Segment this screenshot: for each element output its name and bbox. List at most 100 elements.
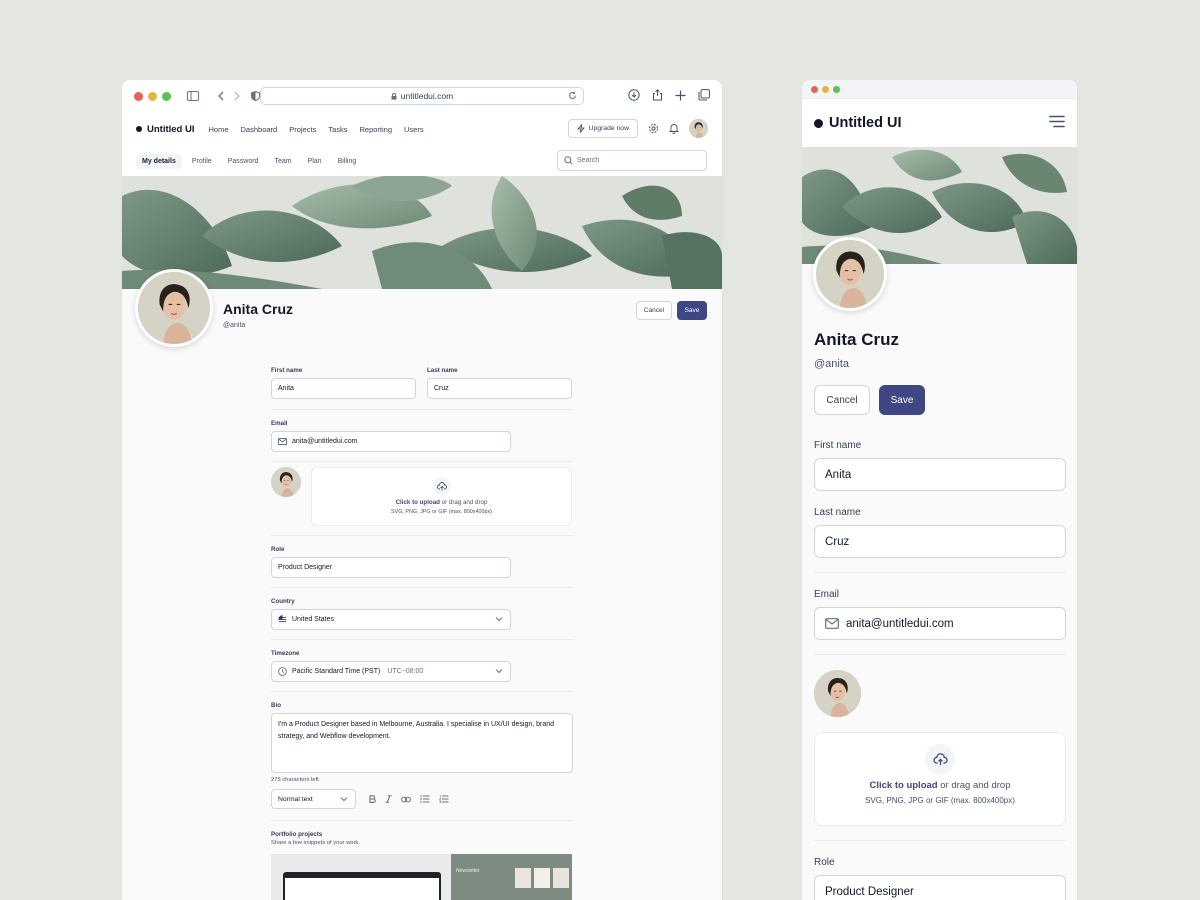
sidebar-icon[interactable] [187, 91, 199, 101]
save-button[interactable]: Save [677, 301, 707, 320]
chevron-down-icon [495, 616, 503, 622]
profile-avatar[interactable] [135, 269, 213, 347]
chevron-right-icon[interactable] [234, 91, 241, 101]
mobile-browser-window: Untitled UI Anita Cruz @anita Cancel Sav… [802, 80, 1077, 900]
flag-us-icon [278, 615, 287, 624]
last-name-label: Last name [814, 507, 861, 518]
role-input[interactable]: Product Designer [814, 875, 1066, 900]
profile-avatar[interactable] [813, 237, 887, 311]
nav-dashboard[interactable]: Dashboard [241, 125, 278, 134]
role-value: Product Designer [278, 564, 333, 571]
tabs-icon[interactable] [698, 89, 710, 101]
last-name-label: Last name [427, 367, 458, 374]
avatar-upload-dropzone[interactable]: Click to upload or drag and drop SVG, PN… [311, 467, 572, 526]
upload-hint: SVG, PNG, JPG or GIF (max. 800x400px) [391, 509, 492, 515]
save-button[interactable]: Save [879, 385, 925, 415]
divider [271, 587, 573, 588]
email-input[interactable]: anita@untitledui.com [814, 607, 1066, 640]
brand-logo[interactable]: Untitled UI [136, 124, 195, 135]
profile-handle: @anita [223, 322, 246, 329]
maximize-window-button[interactable] [833, 85, 840, 93]
hamburger-menu-icon[interactable] [1049, 115, 1065, 128]
tab-password[interactable]: Password [222, 154, 265, 169]
nav-projects[interactable]: Projects [289, 125, 316, 134]
click-to-upload-link[interactable]: Click to upload [396, 499, 440, 506]
first-name-input[interactable]: Anita [814, 458, 1066, 491]
desktop-browser-window: untitledui.com Untitled UI Home Dashboar… [122, 80, 722, 900]
window-controls [134, 91, 171, 101]
portfolio-preview[interactable]: Newsletter [271, 854, 572, 900]
address-bar[interactable]: untitledui.com [260, 87, 584, 105]
divider [271, 409, 573, 410]
last-name-input[interactable]: Cruz [427, 378, 572, 399]
bio-textarea[interactable]: I'm a Product Designer based in Melbourn… [271, 713, 573, 773]
role-value: Product Designer [825, 885, 914, 898]
main-menu: Home Dashboard Projects Tasks Reporting … [209, 125, 424, 134]
nav-tasks[interactable]: Tasks [328, 125, 347, 134]
first-name-label: First name [814, 440, 862, 451]
upgrade-button[interactable]: Upgrade now [567, 119, 638, 138]
close-window-button[interactable] [134, 91, 143, 101]
divider [271, 535, 573, 536]
tab-billing[interactable]: Billing [332, 154, 363, 169]
lightning-icon [576, 124, 585, 133]
mail-icon [825, 618, 839, 629]
divider [271, 461, 573, 462]
details-form: First name Anita Last name Cruz Email an… [271, 367, 573, 900]
email-input[interactable]: anita@untitledui.com [271, 431, 511, 452]
bell-icon[interactable] [669, 123, 679, 134]
timezone-label: Timezone [271, 650, 300, 657]
brand-logo[interactable]: Untitled UI [814, 115, 902, 131]
user-avatar[interactable] [689, 119, 708, 138]
cancel-button[interactable]: Cancel [814, 385, 870, 415]
plant-leaves-image [122, 176, 722, 289]
bio-label: Bio [271, 702, 281, 709]
nav-reporting[interactable]: Reporting [359, 125, 392, 134]
upload-rest-text: or drag and drop [439, 499, 488, 506]
text-style-select[interactable]: Normal text [271, 789, 356, 809]
country-label: Country [271, 598, 295, 605]
tab-team[interactable]: Team [268, 154, 297, 169]
email-value: anita@untitledui.com [846, 617, 954, 630]
plus-icon[interactable] [675, 89, 686, 101]
bold-icon[interactable] [369, 795, 376, 803]
reload-icon[interactable] [568, 91, 577, 100]
nav-home[interactable]: Home [209, 125, 229, 134]
share-icon[interactable] [652, 89, 663, 101]
italic-icon[interactable] [385, 795, 392, 803]
tab-my-details[interactable]: My details [136, 153, 182, 169]
maximize-window-button[interactable] [162, 91, 171, 101]
settings-subnav: My details Profile Password Team Plan Bi… [122, 146, 722, 176]
minimize-window-button[interactable] [148, 91, 157, 101]
divider [814, 840, 1066, 841]
avatar-upload-dropzone[interactable]: Click to upload or drag and drop SVG, PN… [814, 732, 1066, 826]
shield-icon[interactable] [251, 91, 260, 101]
email-value: anita@untitledui.com [292, 438, 358, 445]
tab-profile[interactable]: Profile [186, 154, 218, 169]
download-icon[interactable] [628, 89, 640, 101]
nav-users[interactable]: Users [404, 125, 424, 134]
role-input[interactable]: Product Designer [271, 557, 511, 578]
last-name-input[interactable]: Cruz [814, 525, 1066, 558]
first-name-input[interactable]: Anita [271, 378, 416, 399]
timezone-value: Pacific Standard Time (PST) [292, 668, 381, 675]
link-icon[interactable] [401, 796, 411, 803]
profile-name: Anita Cruz [223, 301, 293, 317]
gear-icon[interactable] [648, 123, 659, 134]
country-select[interactable]: United States [271, 609, 511, 630]
role-label: Role [271, 546, 285, 553]
search-input[interactable]: Search [557, 150, 707, 171]
characters-left: 275 characters left [271, 777, 319, 783]
bullet-list-icon[interactable] [420, 795, 430, 803]
chevron-left-icon[interactable] [217, 91, 224, 101]
close-window-button[interactable] [811, 85, 818, 93]
timezone-select[interactable]: Pacific Standard Time (PST) UTC−08:00 [271, 661, 511, 682]
tab-plan[interactable]: Plan [302, 154, 328, 169]
divider [271, 639, 573, 640]
click-to-upload-link[interactable]: Click to upload [870, 780, 938, 791]
cancel-button[interactable]: Cancel [636, 301, 672, 320]
chevron-down-icon [495, 668, 503, 674]
minimize-window-button[interactable] [822, 85, 829, 93]
portfolio-newsletter-text: Newsletter [456, 868, 480, 874]
numbered-list-icon[interactable] [439, 795, 449, 803]
